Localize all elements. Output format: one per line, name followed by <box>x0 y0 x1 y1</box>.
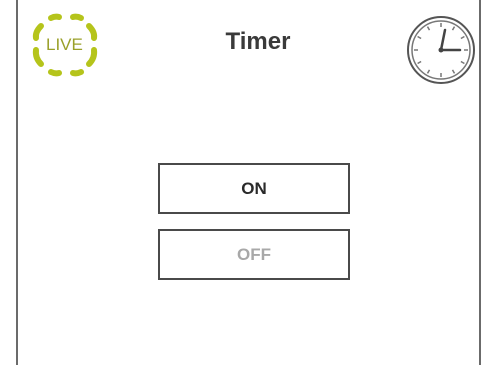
page-title: Timer <box>225 28 291 55</box>
on-button[interactable]: ON <box>158 163 350 214</box>
off-button[interactable]: OFF <box>158 229 350 280</box>
timer-screen: LIVE Timer ON OFF <box>0 0 496 365</box>
logo-text: LIVE <box>46 35 83 54</box>
live-logo: LIVE <box>27 12 107 78</box>
frame-right-border <box>479 0 481 365</box>
clock-icon[interactable] <box>405 14 477 86</box>
frame-left-border <box>16 0 18 365</box>
